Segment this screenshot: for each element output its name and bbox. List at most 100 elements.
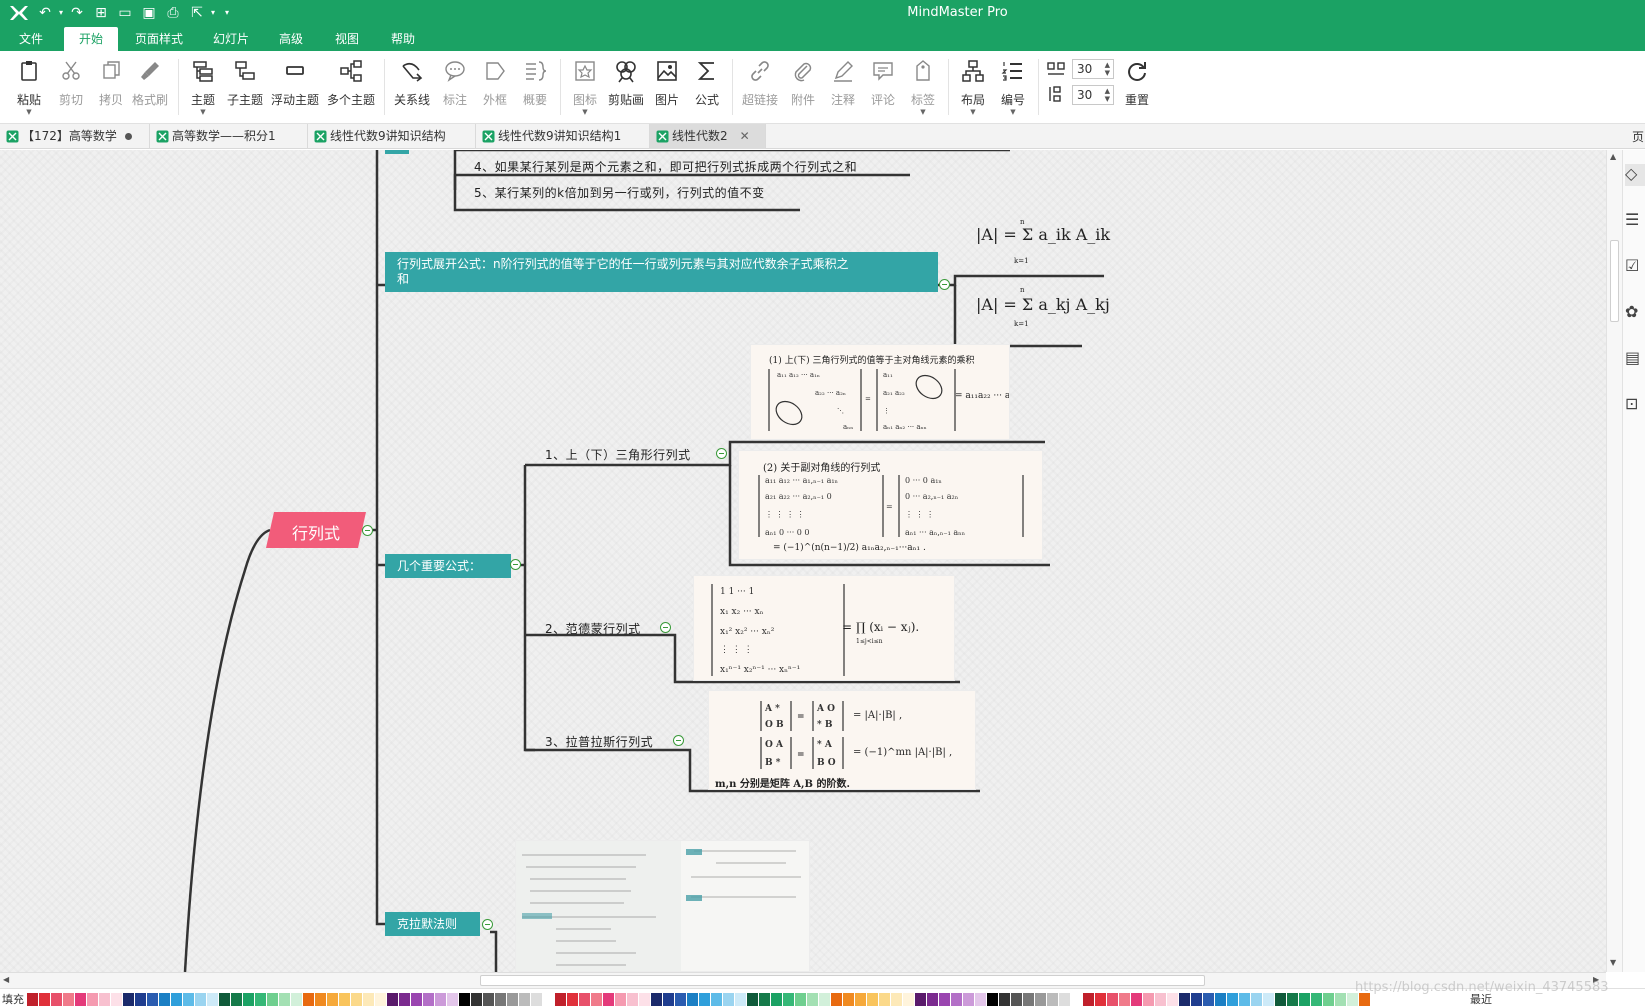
collapse-toggle-icon[interactable]	[510, 559, 521, 570]
layout-dropdown-icon[interactable]: ▼	[956, 108, 990, 116]
triangular-determinant-topic[interactable]: 1、上（下）三角形行列式	[545, 446, 691, 463]
color-swatch[interactable]	[843, 993, 854, 1006]
scroll-up-icon[interactable]: ▲	[1610, 152, 1616, 161]
color-swatch[interactable]	[1071, 993, 1082, 1006]
color-swatch[interactable]	[135, 993, 146, 1006]
color-swatch[interactable]	[591, 993, 602, 1006]
color-swatch[interactable]	[99, 993, 110, 1006]
color-swatch[interactable]	[1119, 993, 1130, 1006]
color-swatch[interactable]	[747, 993, 758, 1006]
color-swatch[interactable]	[375, 993, 386, 1006]
color-swatch[interactable]	[75, 993, 86, 1006]
color-swatch[interactable]	[1239, 993, 1250, 1006]
doc-tab-active[interactable]: 线性代数2 ✕	[650, 124, 766, 149]
collapse-toggle-icon[interactable]	[716, 448, 727, 459]
layout-button[interactable]: 布局 ▼	[956, 58, 990, 116]
color-swatch[interactable]	[63, 993, 74, 1006]
tab-file[interactable]: 文件	[8, 27, 54, 51]
color-swatch[interactable]	[603, 993, 614, 1006]
properties-topic-partial[interactable]	[385, 150, 409, 154]
color-swatch[interactable]	[879, 993, 890, 1006]
color-swatch[interactable]	[1179, 993, 1190, 1006]
color-swatch[interactable]	[999, 993, 1010, 1006]
color-swatch[interactable]	[507, 993, 518, 1006]
scroll-left-icon[interactable]: ◀	[3, 975, 9, 984]
mindmap-canvas[interactable]: 4、如果某行某列是两个元素之和，即可把行列式拆成两个行列式之和 5、某行某列的k…	[0, 150, 1606, 972]
color-swatch[interactable]	[483, 993, 494, 1006]
color-swatch[interactable]	[615, 993, 626, 1006]
color-swatch[interactable]	[159, 993, 170, 1006]
color-swatch[interactable]	[363, 993, 374, 1006]
color-swatch[interactable]	[1047, 993, 1058, 1006]
color-swatch[interactable]	[459, 993, 470, 1006]
color-swatch[interactable]	[339, 993, 350, 1006]
color-swatch[interactable]	[1167, 993, 1178, 1006]
color-swatch[interactable]	[291, 993, 302, 1006]
floating-topic-button[interactable]: 浮动主题	[270, 58, 320, 108]
color-swatch[interactable]	[519, 993, 530, 1006]
cramer-notes-photo[interactable]	[515, 840, 810, 972]
color-swatch[interactable]	[543, 993, 554, 1006]
color-swatch[interactable]	[387, 993, 398, 1006]
color-swatch[interactable]	[1323, 993, 1334, 1006]
vertical-spacing-input[interactable]: 30 ▲ ▼	[1072, 85, 1114, 105]
multiple-topics-button[interactable]: 多个主题	[326, 58, 376, 108]
outline-panel-icon[interactable]: ☰	[1625, 210, 1645, 232]
collapse-toggle-icon[interactable]	[660, 622, 671, 633]
doc-tab[interactable]: 【172】高等数学	[0, 124, 150, 149]
important-formulas-topic[interactable]: 几个重要公式：	[385, 554, 511, 578]
color-swatch[interactable]	[1335, 993, 1346, 1006]
tag-dropdown-icon[interactable]: ▼	[906, 108, 940, 116]
color-swatch[interactable]	[51, 993, 62, 1006]
color-swatch[interactable]	[567, 993, 578, 1006]
paste-button[interactable]: 粘贴 ▼	[12, 58, 46, 116]
anti-diagonal-determinant-image[interactable]: (2) 关于副对角线的行列式 a₁₁ a₁₂ ··· a₁,ₙ₋₁ a₁ₙ a₂…	[738, 450, 1043, 560]
color-swatch[interactable]	[855, 993, 866, 1006]
color-swatch[interactable]	[1275, 993, 1286, 1006]
topic-dropdown-icon[interactable]: ▼	[186, 108, 220, 116]
tag-button[interactable]: 标签 ▼	[906, 58, 940, 116]
color-swatch[interactable]	[711, 993, 722, 1006]
color-swatch[interactable]	[1299, 993, 1310, 1006]
reset-button[interactable]: 重置	[1120, 58, 1154, 108]
scroll-down-icon[interactable]: ▼	[1610, 958, 1616, 967]
color-swatch[interactable]	[795, 993, 806, 1006]
relationship-button[interactable]: 关系线	[392, 58, 432, 108]
icon-button[interactable]: 图标 ▼	[568, 58, 602, 116]
attachment-button[interactable]: 附件	[786, 58, 820, 108]
color-swatch[interactable]	[951, 993, 962, 1006]
color-swatch[interactable]	[111, 993, 122, 1006]
color-swatch[interactable]	[1191, 993, 1202, 1006]
vertical-scroll-thumb[interactable]	[1610, 240, 1619, 322]
vandermonde-determinant-image[interactable]: 1 1 ··· 1 x₁ x₂ ··· xₙ x₁² x₂² ··· xₙ² ⋮…	[693, 575, 955, 681]
color-swatch[interactable]	[1131, 993, 1142, 1006]
color-swatch[interactable]	[435, 993, 446, 1006]
color-swatch[interactable]	[183, 993, 194, 1006]
color-swatch[interactable]	[195, 993, 206, 1006]
collapse-toggle-icon[interactable]	[482, 919, 493, 930]
color-swatch[interactable]	[987, 993, 998, 1006]
horizontal-spacing-input[interactable]: 30 ▲ ▼	[1072, 59, 1114, 79]
callout-button[interactable]: 标注	[438, 58, 472, 108]
subtopic-button[interactable]: 子主题	[226, 58, 264, 108]
color-swatch[interactable]	[27, 993, 38, 1006]
color-swatch[interactable]	[1107, 993, 1118, 1006]
format-panel-icon[interactable]: ◇	[1625, 164, 1645, 186]
laplace-determinant-image[interactable]: A * O B = A O * B O AB * = * AB O = |A|·|B| , …	[708, 690, 976, 790]
color-swatch[interactable]	[231, 993, 242, 1006]
color-swatch[interactable]	[651, 993, 662, 1006]
vertical-scrollbar[interactable]: ▲ ▼	[1606, 150, 1622, 972]
spin-arrows-icon[interactable]: ▲ ▼	[1105, 61, 1110, 77]
color-swatch[interactable]	[939, 993, 950, 1006]
color-swatch[interactable]	[819, 993, 830, 1006]
color-swatch[interactable]	[87, 993, 98, 1006]
color-swatch[interactable]	[1311, 993, 1322, 1006]
collapse-toggle-icon[interactable]	[673, 735, 684, 746]
property-item-4[interactable]: 4、如果某行某列是两个元素之和，即可把行列式拆成两个行列式之和	[474, 158, 857, 175]
color-swatch[interactable]	[1227, 993, 1238, 1006]
color-swatch[interactable]	[639, 993, 650, 1006]
color-swatch[interactable]	[1083, 993, 1094, 1006]
numbering-dropdown-icon[interactable]: ▼	[996, 108, 1030, 116]
clipart-panel-icon[interactable]: ✿	[1625, 302, 1645, 324]
tab-advanced[interactable]: 高级	[268, 27, 314, 51]
